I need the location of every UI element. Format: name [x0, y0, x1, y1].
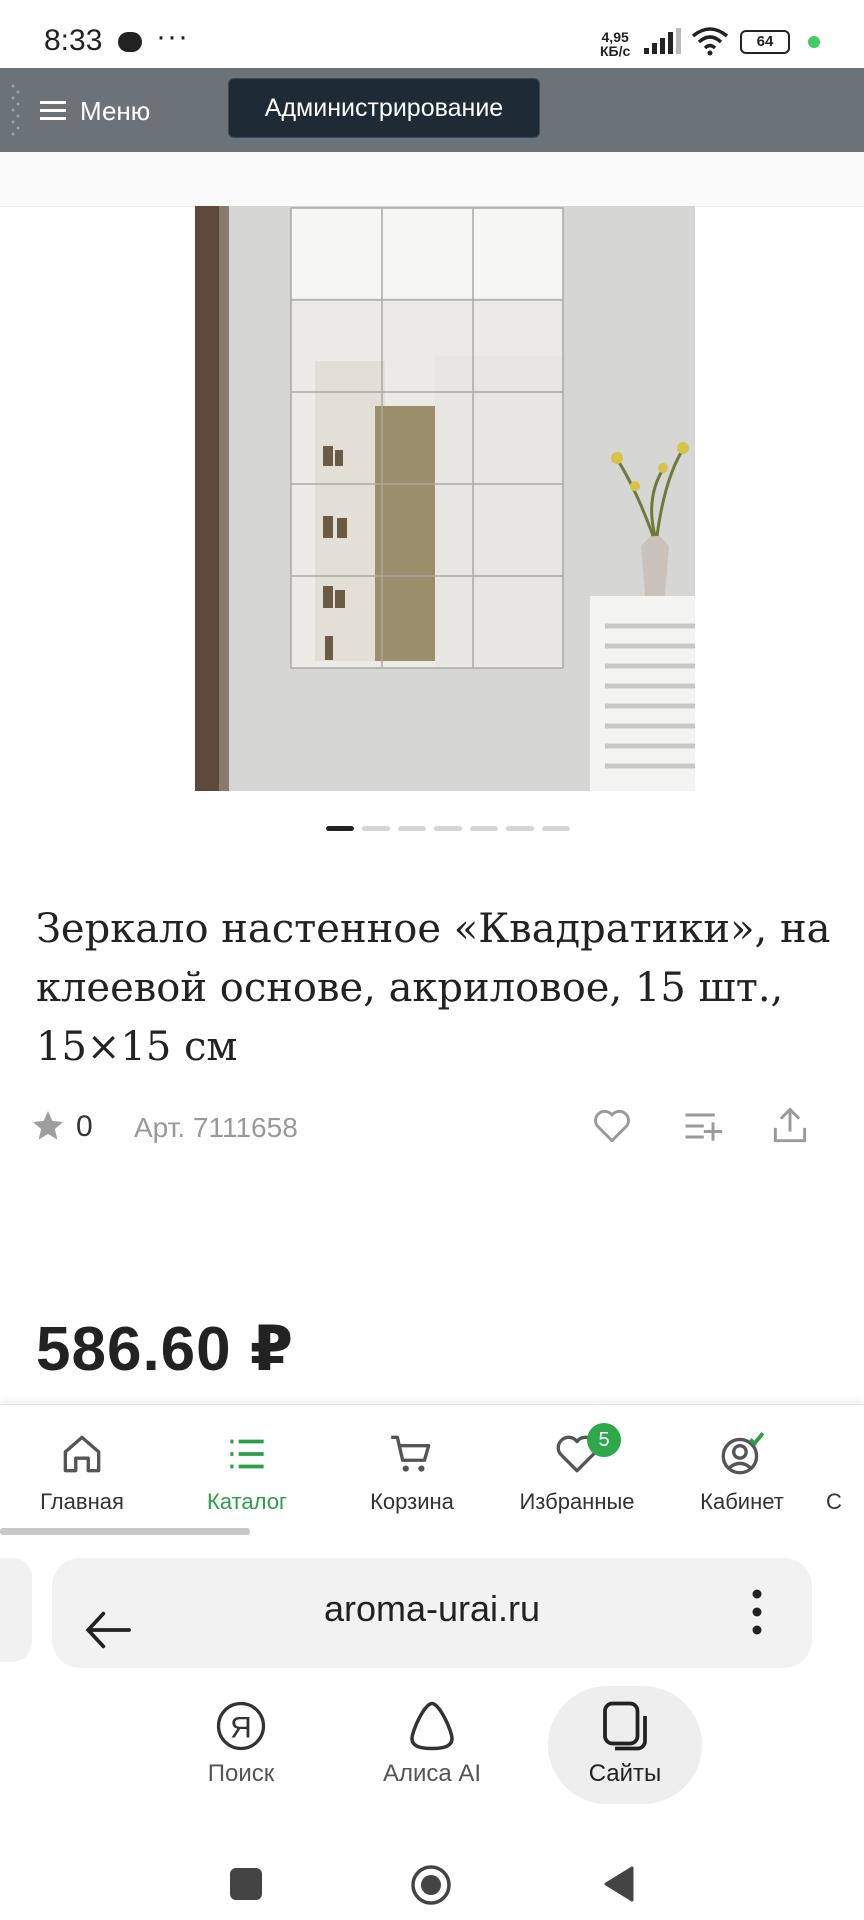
user-icon [721, 1431, 765, 1475]
search-button[interactable]: Я Поиск [166, 1696, 316, 1788]
gallery-dot[interactable] [542, 826, 570, 831]
privacy-indicator [808, 36, 820, 48]
rating-count: 0 [76, 1110, 93, 1143]
gallery-dot[interactable] [470, 826, 498, 831]
nav-scrollbar[interactable] [0, 1528, 250, 1535]
alice-button[interactable]: Алиса AI [357, 1696, 507, 1788]
nav-home[interactable]: Главная [2, 1429, 162, 1515]
product-price: 586.60 ₽ [36, 1315, 294, 1384]
previous-tab-card[interactable] [0, 1558, 32, 1662]
product-image[interactable] [195, 206, 695, 791]
wifi-icon [691, 27, 729, 56]
cart-icon [391, 1435, 431, 1472]
add-to-list-icon[interactable] [680, 1104, 724, 1148]
gallery-dot[interactable] [506, 826, 534, 831]
gallery-dot[interactable] [362, 826, 390, 831]
status-bar: 8:33 ··· 4,95 КБ/с 64 [0, 0, 864, 70]
yandex-search-icon: Я [216, 1701, 266, 1751]
gallery-dot[interactable] [398, 826, 426, 831]
bottom-navigation: Главная Каталог Корзина 5 Избранные Каби… [0, 1404, 864, 1525]
network-speed: 4,95 КБ/с [600, 29, 631, 59]
share-icon[interactable] [768, 1104, 812, 1148]
gallery-dot[interactable] [326, 826, 354, 831]
url-field[interactable]: aroma-urai.ru [52, 1558, 812, 1668]
admin-bar: Меню Администрирование [0, 68, 864, 152]
nav-favorites[interactable]: 5 Избранные [497, 1423, 657, 1515]
more-notifications-icon: ··· [156, 20, 189, 53]
gallery-pagination[interactable] [326, 826, 570, 831]
back-triangle-icon[interactable] [600, 1864, 636, 1904]
favorites-badge: 5 [587, 1423, 621, 1457]
gallery-dot[interactable] [434, 826, 462, 831]
admin-button[interactable]: Администрирование [228, 78, 540, 138]
browser-address-bar: aroma-urai.ru [0, 1540, 864, 1668]
status-time: 8:33 [44, 24, 103, 57]
article-number: Арт. 7111658 [134, 1112, 298, 1143]
battery-icon: 64 [740, 30, 790, 54]
nav-cart[interactable]: Корзина [332, 1429, 492, 1515]
recent-apps-icon[interactable] [230, 1868, 262, 1900]
hamburger-icon [40, 101, 66, 121]
nav-more[interactable]: С [826, 1429, 864, 1515]
nav-account[interactable]: Кабинет [662, 1429, 822, 1515]
browser-toolbar: Я Поиск Алиса AI Сайты [0, 1680, 864, 1810]
alice-icon [410, 1701, 454, 1751]
site-header-strip [0, 152, 864, 207]
svg-text:Я: Я [230, 1711, 252, 1744]
drag-handle-icon[interactable] [10, 78, 20, 142]
url-text[interactable]: aroma-urai.ru [52, 1588, 812, 1630]
tabs-button[interactable]: Сайты [548, 1686, 702, 1804]
home-icon [63, 1435, 101, 1473]
favorite-heart-icon[interactable] [590, 1104, 634, 1148]
star-icon[interactable] [30, 1108, 66, 1144]
system-navigation [0, 1820, 864, 1920]
kebab-menu-icon[interactable] [750, 1582, 764, 1642]
home-circle-icon[interactable] [410, 1864, 452, 1906]
tabs-icon [603, 1701, 647, 1751]
menu-label: Меню [80, 95, 151, 126]
product-title: Зеркало настенное «Квадратики», на клеев… [36, 906, 831, 1070]
chat-notification-icon [118, 32, 142, 52]
product-meta-row: 0 Арт. 7111658 [30, 1104, 830, 1152]
nav-catalog[interactable]: Каталог [167, 1429, 327, 1515]
signal-icon [644, 28, 681, 54]
menu-button[interactable]: Меню [40, 86, 150, 136]
list-icon [230, 1439, 264, 1469]
